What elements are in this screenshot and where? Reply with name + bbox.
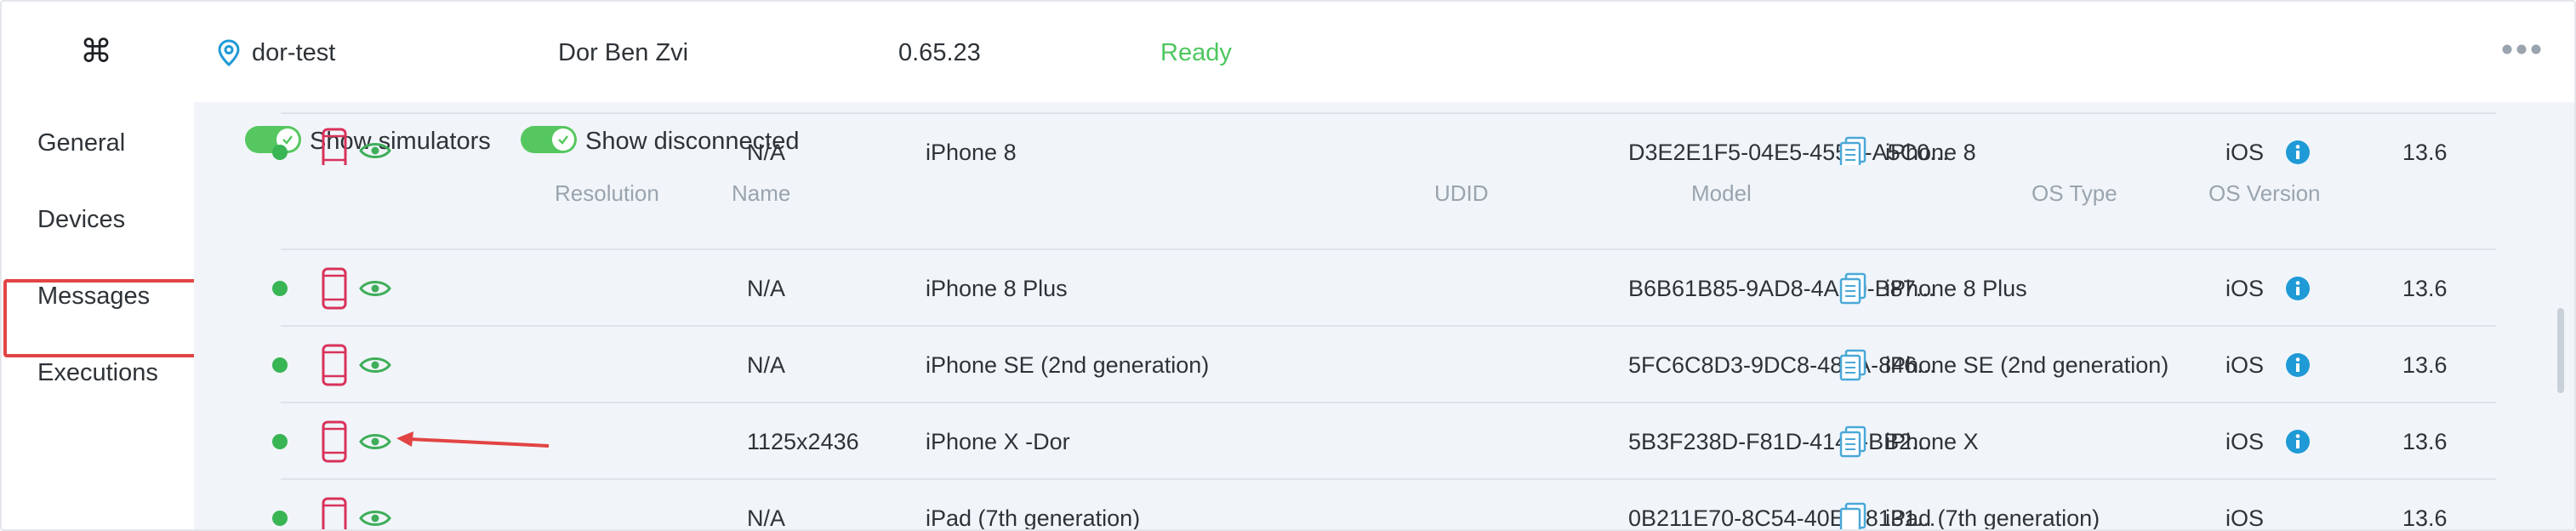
model-cell: iPad (7th generation) xyxy=(1885,505,2100,531)
copy-icon[interactable] xyxy=(1839,136,1866,168)
machine-header: ⌘ dor-test Dor Ben Zvi 0.65.23 Ready xyxy=(2,2,2574,102)
sidebar-item-devices[interactable]: Devices xyxy=(37,206,125,234)
info-icon[interactable] xyxy=(2285,276,2311,301)
eye-icon[interactable] xyxy=(359,140,391,161)
resolution-cell: 1125x2436 xyxy=(747,429,859,454)
resolution-cell: N/A xyxy=(747,505,786,531)
table-header: Resolution Name UDID Model OS Type OS Ve… xyxy=(194,165,2542,213)
name-cell: iPhone 8 Plus xyxy=(926,276,1068,301)
status-text: Ready xyxy=(1160,39,1232,66)
online-dot xyxy=(272,434,288,449)
name-cell: iPhone X -Dor xyxy=(926,429,1070,454)
online-dot xyxy=(272,357,288,373)
resolution-cell: N/A xyxy=(747,276,786,301)
online-dot xyxy=(272,511,288,526)
table-row[interactable]: 1125x2436 iPhone X -Dor 5B3F238D-F81D-41… xyxy=(272,402,2496,480)
phone-icon xyxy=(322,344,347,386)
vertical-scrollbar[interactable] xyxy=(2557,308,2564,393)
model-cell: iPhone SE (2nd generation) xyxy=(1885,352,2169,378)
info-icon[interactable] xyxy=(2285,352,2311,378)
eye-icon[interactable] xyxy=(359,278,391,299)
more-dots-icon[interactable] xyxy=(2501,43,2542,56)
phone-icon xyxy=(322,128,347,170)
os-version-cell: 13.6 xyxy=(2402,276,2448,301)
copy-icon[interactable] xyxy=(1839,272,1866,305)
os-type-cell: iOS xyxy=(2226,140,2265,165)
model-cell: iPhone X xyxy=(1885,429,1979,454)
annotation-arrow-icon xyxy=(396,431,550,448)
user-name: Dor Ben Zvi xyxy=(558,39,689,66)
devices-panel: Show simulators Show disconnected N/A iP… xyxy=(194,102,2574,529)
column-header-model[interactable]: Model xyxy=(1691,180,1752,207)
machine-name: dor-test xyxy=(252,39,336,66)
table-row[interactable]: N/A iPhone 8 Plus B6B61B85-9AD8-4AB0-B87… xyxy=(272,248,2496,327)
column-header-resolution[interactable]: Resolution xyxy=(555,180,659,207)
online-dot xyxy=(272,281,288,296)
os-version-cell: 13.6 xyxy=(2402,140,2448,165)
column-header-udid[interactable]: UDID xyxy=(1434,180,1489,207)
online-dot xyxy=(272,145,288,160)
table-row[interactable]: N/A iPhone SE (2nd generation) 5FC6C8D3-… xyxy=(272,325,2496,403)
name-cell: iPad (7th generation) xyxy=(926,505,1141,531)
copy-icon[interactable] xyxy=(1839,502,1866,531)
sidebar-item-messages[interactable]: Messages xyxy=(37,283,150,311)
eye-icon[interactable] xyxy=(359,431,391,452)
table-row[interactable]: N/A iPad (7th generation) 0B211E70-8C54-… xyxy=(272,478,2496,531)
copy-icon[interactable] xyxy=(1839,349,1866,381)
eye-icon[interactable] xyxy=(359,508,391,528)
sidebar-item-executions[interactable]: Executions xyxy=(37,359,158,387)
os-type-cell: iOS xyxy=(2226,429,2265,454)
resolution-cell: N/A xyxy=(747,352,786,378)
column-header-name[interactable]: Name xyxy=(732,180,790,207)
name-cell: iPhone SE (2nd generation) xyxy=(926,352,1210,378)
os-type-cell: iOS xyxy=(2226,276,2265,301)
model-cell: iPhone 8 xyxy=(1885,140,1976,165)
sidebar: General Devices Messages Executions xyxy=(2,102,211,529)
column-header-os-type[interactable]: OS Type xyxy=(2032,180,2117,207)
model-cell: iPhone 8 Plus xyxy=(1885,276,2027,301)
phone-icon xyxy=(322,267,347,310)
os-version-cell: 13.6 xyxy=(2402,352,2448,378)
agent-version: 0.65.23 xyxy=(898,39,981,66)
location-pin-icon xyxy=(218,39,240,66)
tablet-icon xyxy=(322,497,347,529)
copy-icon[interactable] xyxy=(1839,425,1866,458)
phone-icon xyxy=(322,420,347,463)
os-type-cell: iOS xyxy=(2226,505,2265,531)
name-cell: iPhone 8 xyxy=(926,140,1017,165)
eye-icon[interactable] xyxy=(359,355,391,375)
sidebar-item-general[interactable]: General xyxy=(37,129,125,157)
column-header-os-version[interactable]: OS Version xyxy=(2208,180,2321,207)
os-type-cell: iOS xyxy=(2226,352,2265,378)
info-icon[interactable] xyxy=(2285,140,2311,165)
os-version-cell: 13.6 xyxy=(2402,429,2448,454)
os-version-cell: 13.6 xyxy=(2402,505,2448,531)
info-icon[interactable] xyxy=(2285,429,2311,454)
devices-window: ⌘ dor-test Dor Ben Zvi 0.65.23 Ready Gen… xyxy=(0,0,2576,531)
resolution-cell: N/A xyxy=(747,140,786,165)
command-logo-icon: ⌘ xyxy=(80,34,112,70)
